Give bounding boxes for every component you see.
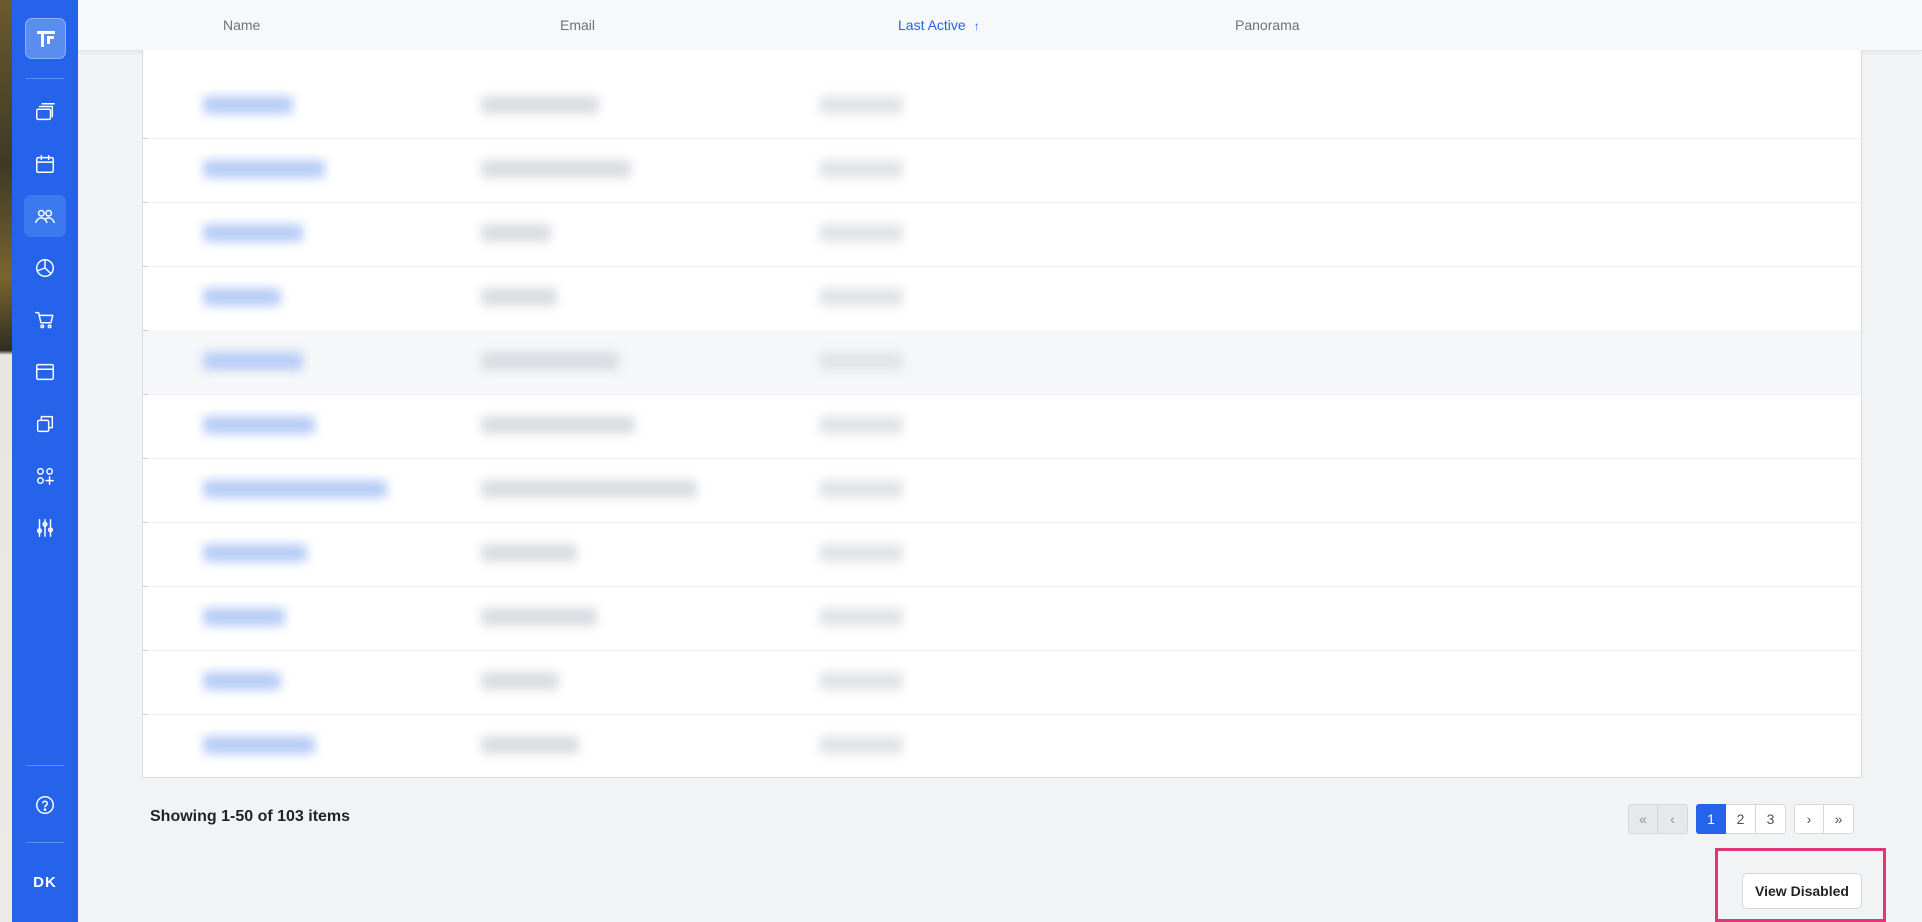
table-row[interactable]: [143, 394, 1861, 459]
pagination-pages: 1 2 3: [1696, 804, 1786, 834]
brand-logo-icon[interactable]: [25, 18, 66, 59]
table-row[interactable]: [143, 522, 1861, 587]
pie-chart-icon: [36, 259, 54, 277]
stack-icon: [36, 103, 55, 121]
sidebar-item-apps[interactable]: [24, 455, 66, 497]
column-header-last-active[interactable]: Last Active ↑: [898, 17, 980, 33]
sidebar-divider: [26, 765, 64, 766]
sidebar-item-cart[interactable]: [24, 299, 66, 341]
page-button-3[interactable]: 3: [1756, 804, 1786, 834]
table-row[interactable]: [143, 330, 1861, 395]
column-header-last-active-label: Last Active: [898, 17, 966, 33]
cart-icon: [35, 311, 54, 329]
sidebar-item-stack[interactable]: [24, 91, 66, 133]
table-row[interactable]: [143, 202, 1861, 267]
chevron-right-icon: ›: [1806, 811, 1812, 827]
sidebar-divider: [26, 842, 64, 843]
sidebar-divider: [26, 78, 64, 79]
table-row[interactable]: [143, 650, 1861, 715]
sidebar-item-reports[interactable]: [24, 247, 66, 289]
sidebar: DK: [12, 0, 78, 922]
background-photo-edge: [0, 0, 12, 922]
sidebar-item-users[interactable]: [24, 195, 66, 237]
table-row[interactable]: [143, 74, 1861, 139]
users-table: [142, 50, 1862, 778]
users-icon: [35, 209, 55, 224]
table-row[interactable]: [143, 138, 1861, 203]
sidebar-item-help[interactable]: [24, 784, 66, 826]
copy-icon: [36, 415, 54, 433]
calendar-icon: [36, 155, 54, 173]
help-circle-icon: [36, 796, 54, 814]
sliders-icon: [36, 519, 54, 537]
table-row[interactable]: [143, 458, 1861, 523]
chevron-left-icon: ‹: [1670, 811, 1675, 827]
page-button-2[interactable]: 2: [1726, 804, 1756, 834]
user-avatar[interactable]: DK: [24, 862, 66, 902]
next-page-button[interactable]: ›: [1794, 804, 1824, 834]
pagination-forward: › »: [1794, 804, 1854, 834]
column-header-name[interactable]: Name: [223, 17, 260, 33]
sidebar-item-window[interactable]: [24, 351, 66, 393]
table-row[interactable]: [143, 586, 1861, 651]
last-page-button[interactable]: »: [1824, 804, 1854, 834]
double-chevron-left-icon: «: [1639, 811, 1647, 827]
column-header-panorama[interactable]: Panorama: [1235, 17, 1300, 33]
sort-ascending-icon: ↑: [973, 19, 980, 33]
sidebar-item-copy[interactable]: [24, 403, 66, 445]
table-row[interactable]: [143, 266, 1861, 331]
first-page-button[interactable]: «: [1628, 804, 1658, 834]
table-row[interactable]: [143, 714, 1861, 777]
pagination-back: « ‹: [1628, 804, 1688, 834]
window-icon: [36, 363, 54, 381]
table-header: Name Email Last Active ↑ Panorama: [78, 0, 1922, 51]
sidebar-item-settings[interactable]: [24, 507, 66, 549]
page-button-1[interactable]: 1: [1696, 804, 1726, 834]
column-header-email[interactable]: Email: [560, 17, 595, 33]
sidebar-item-calendar[interactable]: [24, 143, 66, 185]
prev-page-button[interactable]: ‹: [1658, 804, 1688, 834]
view-disabled-button[interactable]: View Disabled: [1742, 873, 1862, 909]
apps-add-icon: [36, 467, 54, 485]
items-summary: Showing 1-50 of 103 items: [150, 808, 351, 825]
double-chevron-right-icon: »: [1834, 811, 1843, 827]
